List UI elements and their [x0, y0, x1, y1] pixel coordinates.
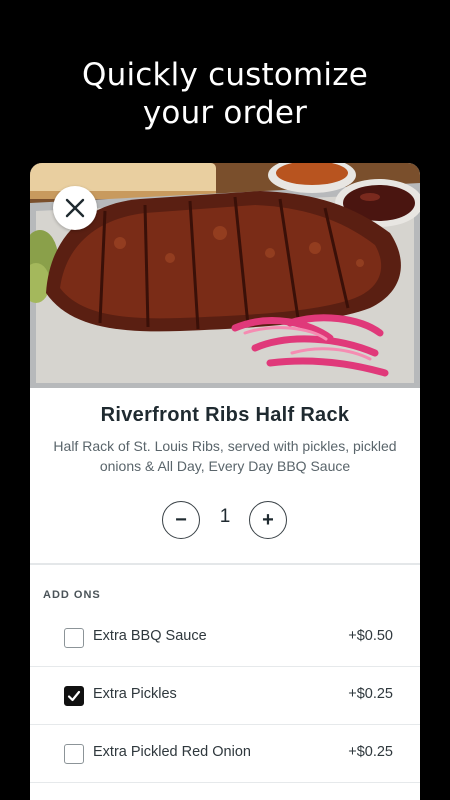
- addon-checkbox[interactable]: [64, 628, 84, 648]
- item-description: Half Rack of St. Louis Ribs, served with…: [53, 438, 397, 474]
- close-button[interactable]: [53, 186, 97, 230]
- decrease-quantity-button[interactable]: −: [162, 501, 200, 539]
- close-icon: [65, 198, 85, 218]
- addon-label: Extra Pickled Red Onion: [93, 744, 251, 760]
- quantity-value: 1: [219, 506, 231, 527]
- addon-price: +$0.50: [348, 628, 393, 644]
- addon-row[interactable]: Extra Pickles +$0.25: [30, 667, 420, 725]
- addon-checkbox[interactable]: [64, 686, 84, 706]
- row-divider: [30, 782, 420, 783]
- minus-icon: −: [175, 508, 187, 531]
- item-detail-card: Riverfront Ribs Half Rack Half Rack of S…: [30, 163, 420, 800]
- addon-checkbox[interactable]: [64, 744, 84, 764]
- item-name: Riverfront Ribs Half Rack: [100, 404, 350, 426]
- increase-quantity-button[interactable]: +: [249, 501, 287, 539]
- section-divider: [30, 563, 420, 565]
- quantity-stepper: − 1 +: [30, 501, 420, 539]
- addon-row[interactable]: Extra Pickled Red Onion +$0.25: [30, 725, 420, 783]
- hero-title-line-2: your order: [142, 95, 308, 131]
- addon-row[interactable]: Extra BBQ Sauce +$0.50: [30, 609, 420, 667]
- checkmark-icon: [67, 690, 81, 702]
- hero-title-line-1: Quickly customize: [82, 57, 368, 93]
- hero-title: Quickly customize your order: [0, 56, 450, 132]
- addon-price: +$0.25: [348, 744, 393, 760]
- addon-label: Extra BBQ Sauce: [93, 628, 207, 644]
- addon-price: +$0.25: [348, 686, 393, 702]
- plus-icon: +: [262, 508, 274, 531]
- addons-header: ADD ONS: [43, 589, 101, 601]
- addon-label: Extra Pickles: [93, 686, 177, 702]
